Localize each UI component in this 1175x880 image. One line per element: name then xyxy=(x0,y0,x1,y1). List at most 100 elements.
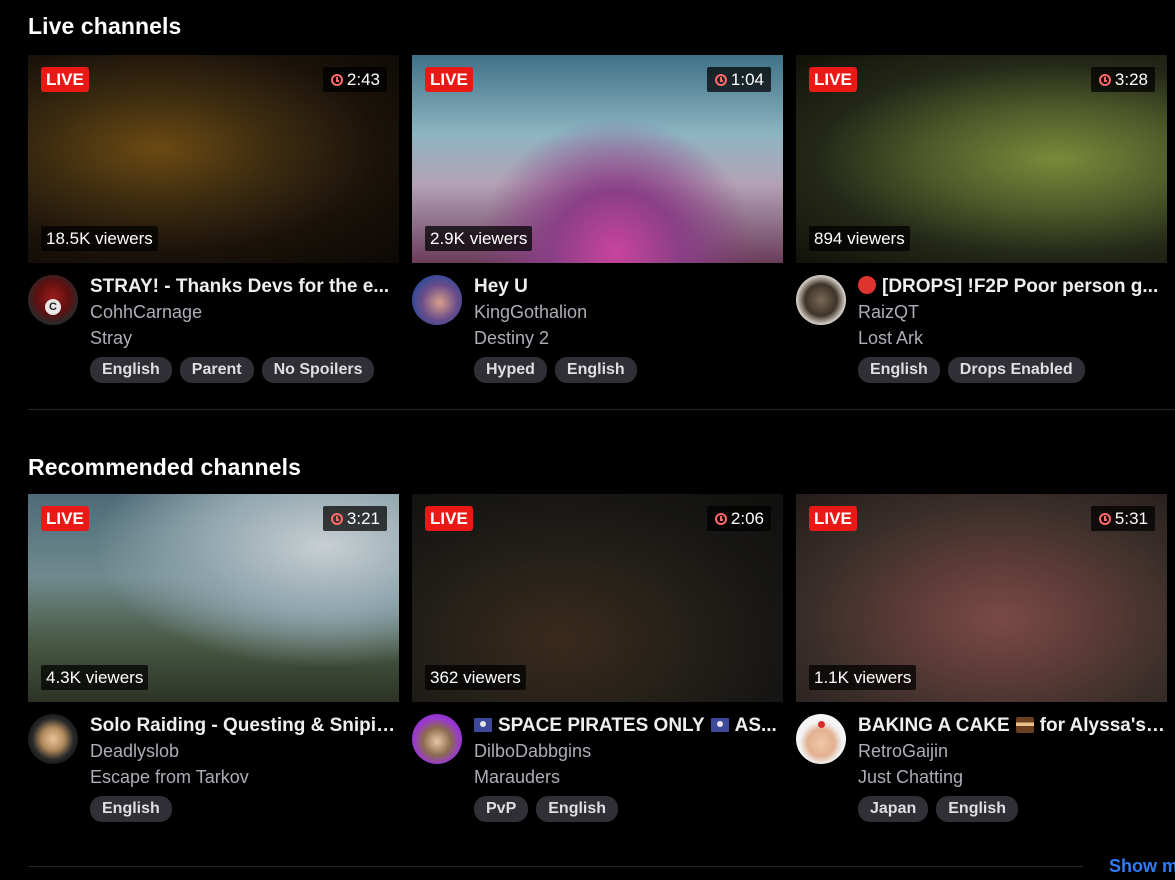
tag[interactable]: English xyxy=(90,796,172,822)
live-badge: LIVE xyxy=(809,506,857,531)
uptime-text: 1:04 xyxy=(730,70,764,89)
stream-thumbnail[interactable]: LIVE 2:43 18.5K viewers xyxy=(28,55,399,263)
stream-thumbnail[interactable]: LIVE 5:31 1.1K viewers xyxy=(796,494,1167,702)
tag-list: English Parent No Spoilers xyxy=(90,357,398,383)
stream-card[interactable]: LIVE 3:28 894 viewers [DROPS] !F2P Poor … xyxy=(796,55,1167,383)
viewer-count: 4.3K viewers xyxy=(41,665,149,690)
stream-card[interactable]: LIVE 2:06 362 viewers SPACE PIRATES ONLY… xyxy=(412,494,783,822)
viewer-count: 2.9K viewers xyxy=(425,226,533,251)
tag-list: English xyxy=(90,796,398,822)
uptime-badge: 2:43 xyxy=(322,67,387,92)
live-channels-grid: LIVE 2:43 18.5K viewers C STRAY! - Thank… xyxy=(28,55,1167,383)
live-badge: LIVE xyxy=(41,67,89,92)
tag[interactable]: No Spoilers xyxy=(261,357,375,383)
viewer-count: 18.5K viewers xyxy=(41,226,158,251)
tag[interactable]: PvP xyxy=(474,796,529,822)
uptime-badge: 3:28 xyxy=(1090,67,1155,92)
cohhcarnage-avatar[interactable]: C xyxy=(28,275,78,325)
tag[interactable]: Hyped xyxy=(474,357,547,383)
deadlyslob-avatar[interactable] xyxy=(28,714,78,764)
uptime-badge: 3:21 xyxy=(322,506,387,531)
stream-title[interactable]: STRAY! - Thanks Devs for the e... xyxy=(90,275,398,299)
category-name[interactable]: Stray xyxy=(90,325,398,351)
retrogaijin-avatar[interactable] xyxy=(796,714,846,764)
section-divider xyxy=(28,866,1083,867)
stream-thumbnail[interactable]: LIVE 3:21 4.3K viewers xyxy=(28,494,399,702)
uptime-badge: 5:31 xyxy=(1090,506,1155,531)
channel-name[interactable]: Deadlyslob xyxy=(90,738,398,764)
tag[interactable]: English xyxy=(858,357,940,383)
tag[interactable]: Drops Enabled xyxy=(947,357,1085,383)
channel-name[interactable]: DilboDabbgins xyxy=(474,738,782,764)
channel-name[interactable]: RetroGaijin xyxy=(858,738,1166,764)
viewer-count: 362 viewers xyxy=(425,665,526,690)
stream-title[interactable]: Hey U xyxy=(474,275,782,299)
category-name[interactable]: Marauders xyxy=(474,764,782,790)
uptime-text: 3:21 xyxy=(346,509,380,528)
category-name[interactable]: Just Chatting xyxy=(858,764,1166,790)
section-divider xyxy=(28,409,1175,410)
stream-card[interactable]: LIVE 3:21 4.3K viewers Solo Raiding - Qu… xyxy=(28,494,399,822)
category-name[interactable]: Destiny 2 xyxy=(474,325,782,351)
uptime-badge: 2:06 xyxy=(706,506,771,531)
clock-icon xyxy=(330,512,343,525)
stream-card[interactable]: LIVE 1:04 2.9K viewers Hey U KingGothali… xyxy=(412,55,783,383)
tag[interactable]: English xyxy=(936,796,1019,822)
dilbodabbgins-avatar[interactable] xyxy=(412,714,462,764)
stream-title[interactable]: BAKING A CAKE for Alyssa's ... xyxy=(858,714,1166,738)
uptime-badge: 1:04 xyxy=(706,67,771,92)
tag[interactable]: English xyxy=(90,357,172,383)
stream-title-suffix: for Alyssa's ... xyxy=(1039,715,1166,736)
tag[interactable]: Japan xyxy=(858,796,929,822)
raizqt-avatar[interactable] xyxy=(796,275,846,325)
viewer-count: 894 viewers xyxy=(809,226,910,251)
clock-icon xyxy=(714,512,727,525)
stream-title[interactable]: SPACE PIRATES ONLY AS... xyxy=(474,714,782,738)
tag[interactable]: English xyxy=(554,357,637,383)
channel-name[interactable]: CohhCarnage xyxy=(90,299,398,325)
section-title: Live channels xyxy=(28,13,182,39)
pirate-flag-icon xyxy=(474,718,492,732)
stream-title-suffix: AS... xyxy=(734,715,777,736)
clock-icon xyxy=(330,73,343,86)
tag[interactable]: English xyxy=(536,796,619,822)
kinggothalion-avatar[interactable] xyxy=(412,275,462,325)
live-badge: LIVE xyxy=(809,67,857,92)
uptime-text: 5:31 xyxy=(1114,509,1148,528)
tag-list: Japan English xyxy=(858,796,1166,822)
recommended-channels-section: Recommended channels xyxy=(28,454,301,481)
channel-name[interactable]: RaizQT xyxy=(858,299,1166,325)
red-circle-icon xyxy=(858,276,876,294)
uptime-text: 2:43 xyxy=(346,70,380,89)
uptime-text: 2:06 xyxy=(730,509,764,528)
clock-icon xyxy=(1098,512,1111,525)
live-badge: LIVE xyxy=(41,506,89,531)
live-badge: LIVE xyxy=(425,67,473,92)
tag-list: PvP English xyxy=(474,796,782,822)
stream-thumbnail[interactable]: LIVE 1:04 2.9K viewers xyxy=(412,55,783,263)
section-title: Recommended channels xyxy=(28,454,301,480)
tag-list: Hyped English xyxy=(474,357,782,383)
stream-title[interactable]: Solo Raiding - Questing & Snipin... xyxy=(90,714,398,738)
pirate-flag-icon xyxy=(710,718,729,732)
stream-title-text: SPACE PIRATES ONLY xyxy=(498,715,705,736)
clock-icon xyxy=(714,73,727,86)
stream-title[interactable]: [DROPS] !F2P Poor person g... xyxy=(858,275,1166,299)
stream-thumbnail[interactable]: LIVE 3:28 894 viewers xyxy=(796,55,1167,263)
live-channels-section: Live channels xyxy=(28,13,181,40)
uptime-text: 3:28 xyxy=(1114,70,1148,89)
stream-title-text: BAKING A CAKE xyxy=(858,715,1010,736)
stream-card[interactable]: LIVE 5:31 1.1K viewers BAKING A CAKE for … xyxy=(796,494,1167,822)
stream-card[interactable]: LIVE 2:43 18.5K viewers C STRAY! - Thank… xyxy=(28,55,399,383)
tag[interactable]: Parent xyxy=(179,357,254,383)
viewer-count: 1.1K viewers xyxy=(809,665,917,690)
stream-thumbnail[interactable]: LIVE 2:06 362 viewers xyxy=(412,494,783,702)
clock-icon xyxy=(1098,73,1111,86)
cake-icon xyxy=(1015,717,1034,733)
stream-title-text: [DROPS] !F2P Poor person g... xyxy=(882,276,1159,297)
show-more-link[interactable]: Show m xyxy=(1109,856,1175,877)
category-name[interactable]: Escape from Tarkov xyxy=(90,764,398,790)
category-name[interactable]: Lost Ark xyxy=(858,325,1166,351)
channel-name[interactable]: KingGothalion xyxy=(474,299,782,325)
live-badge: LIVE xyxy=(425,506,473,531)
